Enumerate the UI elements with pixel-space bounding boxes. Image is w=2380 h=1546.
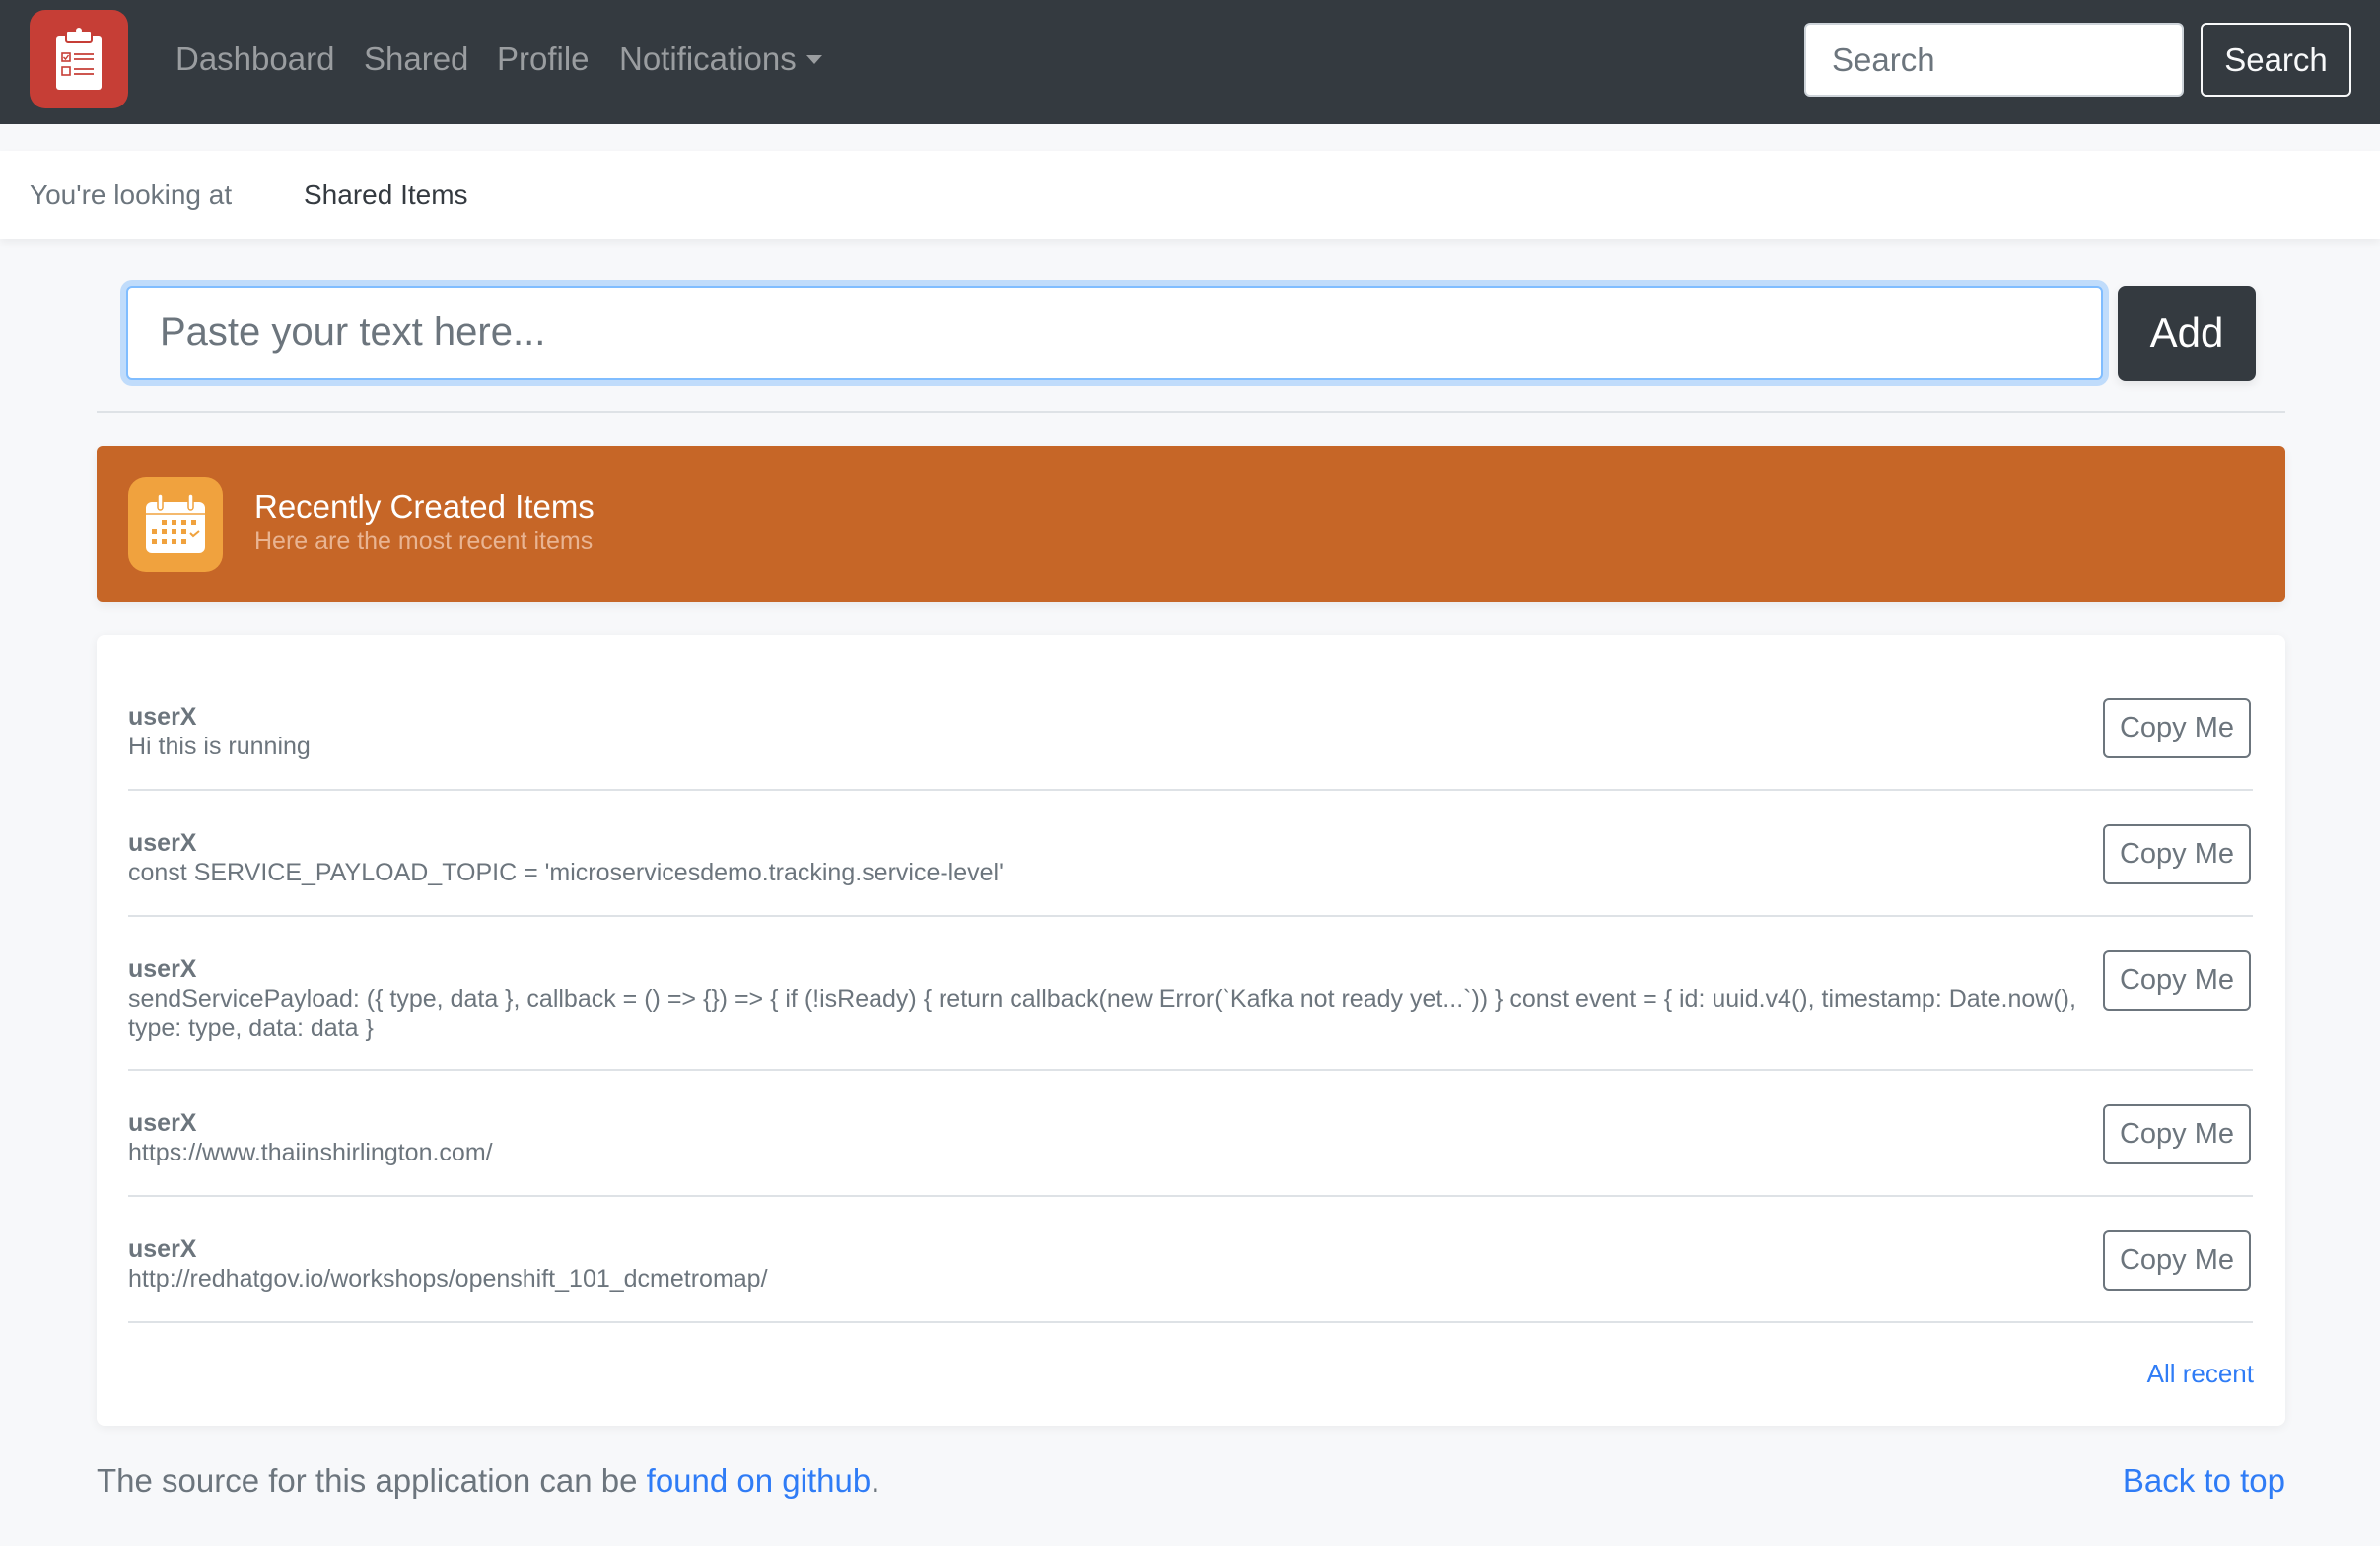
item-user: userX bbox=[128, 703, 197, 731]
list-item: userX http://redhatgov.io/workshops/open… bbox=[128, 1197, 2253, 1323]
item-user: userX bbox=[128, 1235, 197, 1263]
list-item: userX sendServicePayload: ({ type, data … bbox=[128, 917, 2253, 1071]
recent-items-card: userX Hi this is running Copy Me userX c… bbox=[97, 635, 2285, 1426]
item-text: http://redhatgov.io/workshops/openshift_… bbox=[128, 1265, 768, 1293]
item-user: userX bbox=[128, 829, 197, 857]
divider bbox=[97, 411, 2285, 413]
paste-text-input[interactable] bbox=[126, 286, 2103, 380]
add-button[interactable]: Add bbox=[2118, 286, 2256, 381]
breadcrumb: You're looking at Shared Items bbox=[0, 151, 2380, 239]
copy-button[interactable]: Copy Me bbox=[2103, 824, 2251, 884]
all-recent-link[interactable]: All recent bbox=[2147, 1359, 2254, 1388]
banner-subtitle: Here are the most recent items bbox=[254, 527, 594, 555]
nav-link-notifications-label: Notifications bbox=[619, 40, 797, 77]
calendar-icon bbox=[146, 493, 205, 553]
item-text: const SERVICE_PAYLOAD_TOPIC = 'microserv… bbox=[128, 859, 1004, 886]
item-text: https://www.thaiinshirlington.com/ bbox=[128, 1139, 493, 1166]
app-logo[interactable] bbox=[30, 10, 128, 108]
copy-button[interactable]: Copy Me bbox=[2103, 950, 2251, 1011]
nav-link-dashboard[interactable]: Dashboard bbox=[175, 37, 334, 81]
navbar: Dashboard Shared Profile Notifications S… bbox=[0, 0, 2380, 124]
item-text: Hi this is running bbox=[128, 733, 311, 760]
item-text: sendServicePayload: ({ type, data }, cal… bbox=[128, 985, 2076, 1042]
copy-button[interactable]: Copy Me bbox=[2103, 698, 2251, 758]
footer-text: The source for this application can be f… bbox=[97, 1461, 879, 1501]
banner-icon-container bbox=[128, 477, 223, 572]
copy-button[interactable]: Copy Me bbox=[2103, 1230, 2251, 1291]
footer-text-before: The source for this application can be bbox=[97, 1462, 647, 1499]
search-input[interactable] bbox=[1804, 23, 2184, 97]
search-button[interactable]: Search bbox=[2201, 23, 2351, 97]
copy-button[interactable]: Copy Me bbox=[2103, 1104, 2251, 1164]
nav-link-shared[interactable]: Shared bbox=[364, 37, 468, 81]
back-to-top-link[interactable]: Back to top bbox=[2123, 1461, 2285, 1501]
footer-text-after: . bbox=[871, 1462, 880, 1499]
nav-link-notifications[interactable]: Notifications bbox=[619, 37, 822, 81]
caret-down-icon bbox=[805, 55, 822, 64]
banner-title: Recently Created Items bbox=[254, 488, 595, 525]
clipboard-checklist-icon bbox=[56, 28, 102, 90]
item-user: userX bbox=[128, 1109, 197, 1137]
item-user: userX bbox=[128, 955, 197, 983]
nav-link-profile[interactable]: Profile bbox=[497, 37, 590, 81]
breadcrumb-current: Shared Items bbox=[304, 179, 468, 210]
list-item: userX https://www.thaiinshirlington.com/… bbox=[128, 1071, 2253, 1197]
list-item: userX const SERVICE_PAYLOAD_TOPIC = 'mic… bbox=[128, 791, 2253, 917]
breadcrumb-prefix: You're looking at bbox=[30, 179, 233, 210]
recent-items-banner: Recently Created Items Here are the most… bbox=[97, 446, 2285, 602]
github-link[interactable]: found on github bbox=[647, 1462, 872, 1499]
list-item: userX Hi this is running Copy Me bbox=[128, 667, 2253, 791]
